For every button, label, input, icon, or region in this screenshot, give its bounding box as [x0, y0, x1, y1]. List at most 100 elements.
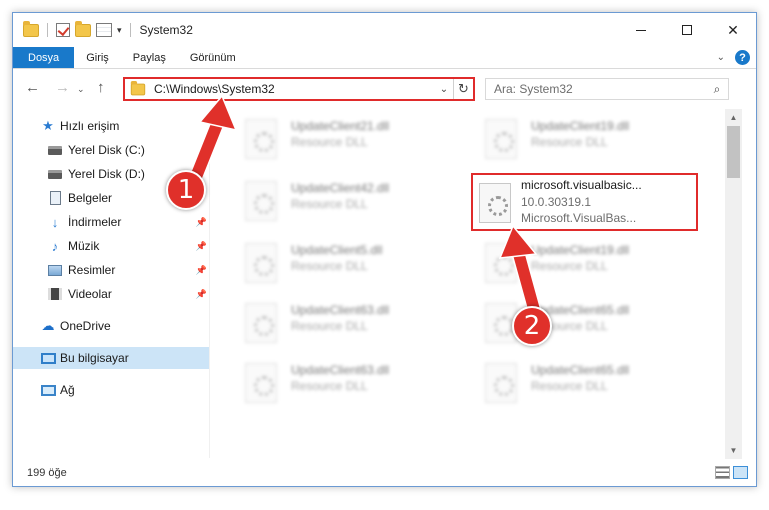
computer-icon — [40, 350, 56, 366]
pin-icon[interactable]: 📌 — [196, 265, 207, 276]
sidebar-item-network[interactable]: Ağ — [13, 379, 209, 401]
status-bar: 199 öğe — [13, 460, 756, 486]
tab-view[interactable]: Görünüm — [178, 47, 248, 68]
tab-share[interactable]: Paylaş — [121, 47, 178, 68]
tab-home[interactable]: Giriş — [74, 47, 121, 68]
pictures-icon — [47, 262, 63, 278]
pin-icon[interactable]: 📌 — [196, 241, 207, 252]
file-tile[interactable]: UpdateClient65.dll Resource DLL — [463, 297, 683, 349]
disk-icon — [47, 166, 63, 182]
file-type: Resource DLL — [531, 319, 608, 333]
file-tile[interactable]: UpdateClient65.dll Resource DLL — [463, 357, 683, 409]
sidebar-item-this-pc[interactable]: Bu bilgisayar — [13, 347, 209, 369]
tab-file[interactable]: Dosya — [13, 47, 75, 68]
sidebar-item-pictures[interactable]: Resimler 📌 — [13, 259, 209, 281]
up-arrow-icon[interactable]: ↑ — [97, 79, 105, 96]
sidebar-item-documents[interactable]: Belgeler — [13, 187, 209, 209]
file-tile[interactable]: UpdateClient63.dll Resource DLL — [223, 297, 443, 349]
pane-divider[interactable] — [209, 113, 210, 458]
sidebar-item-label: Ağ — [60, 383, 75, 397]
navigation-pane: ★ Hızlı erişim Yerel Disk (C:) Yerel Dis… — [13, 113, 209, 458]
sidebar-item-music[interactable]: ♪ Müzik 📌 — [13, 235, 209, 257]
file-tile[interactable]: UpdateClient19.dll Resource DLL — [463, 113, 683, 165]
dll-file-icon — [479, 183, 511, 223]
address-dropdown-chevron-icon[interactable]: ⌄ — [435, 84, 453, 95]
pin-icon[interactable]: 📌 — [196, 289, 207, 300]
file-tile-microsoft-visualbasic[interactable]: microsoft.visualbasic... 10.0.30319.1 Mi… — [471, 173, 698, 231]
file-type: Resource DLL — [291, 319, 368, 333]
file-version: 10.0.30319.1 — [521, 195, 592, 209]
videos-icon — [47, 286, 63, 302]
address-path[interactable]: C:\Windows\System32 — [154, 82, 435, 96]
ribbon-tabs: Dosya Giriş Paylaş Görünüm ⌄ ? — [13, 47, 756, 69]
network-icon — [40, 382, 56, 398]
title-bar: ▾ System32 ✕ — [13, 13, 756, 47]
file-name: UpdateClient19.dll — [531, 119, 630, 133]
file-name: microsoft.visualbasic... — [521, 178, 642, 192]
title-divider — [129, 23, 131, 37]
dll-file-icon — [245, 181, 277, 221]
address-folder-icon — [130, 80, 146, 95]
file-name: UpdateClient5.dll — [291, 243, 383, 257]
vertical-scrollbar[interactable]: ▲ ▼ — [725, 109, 742, 459]
forward-arrow-icon[interactable]: → — [55, 79, 70, 96]
file-name: UpdateClient65.dll — [531, 363, 630, 377]
file-tile[interactable]: UpdateClient42.dll Resource DLL — [223, 175, 443, 227]
search-box[interactable]: ⌕ — [485, 78, 729, 100]
star-icon: ★ — [42, 118, 54, 133]
new-folder-icon[interactable] — [75, 20, 91, 37]
file-description: Microsoft.VisualBas... — [521, 211, 637, 225]
pin-icon[interactable]: 📌 — [196, 217, 207, 228]
back-arrow-icon[interactable]: ← — [25, 79, 40, 96]
sidebar-item-label: İndirmeler — [68, 215, 122, 229]
sidebar-item-label: Yerel Disk (C:) — [68, 143, 145, 157]
item-count: 199 öğe — [27, 467, 67, 479]
expand-ribbon-chevron-icon[interactable]: ⌄ — [717, 52, 725, 63]
file-type: Resource DLL — [291, 135, 368, 149]
large-icons-view-icon[interactable] — [733, 466, 748, 479]
folder-icon — [23, 20, 39, 37]
view-toggle — [715, 466, 748, 479]
file-tile[interactable]: UpdateClient63.dll Resource DLL — [223, 357, 443, 409]
properties-check-icon[interactable] — [56, 23, 70, 37]
scroll-up-icon[interactable]: ▲ — [725, 109, 742, 126]
close-icon: ✕ — [727, 21, 739, 38]
file-name: UpdateClient19.dll — [531, 243, 630, 257]
scroll-thumb[interactable] — [727, 126, 740, 178]
sidebar-item-label: Belgeler — [68, 191, 113, 205]
recent-locations-chevron-icon[interactable]: ⌄ — [77, 84, 85, 95]
sidebar-item-quick-access[interactable]: ★ Hızlı erişim — [13, 115, 209, 137]
dll-file-icon — [485, 119, 517, 159]
scroll-down-icon[interactable]: ▼ — [725, 442, 742, 459]
file-type: Resource DLL — [531, 135, 608, 149]
sidebar-item-onedrive[interactable]: ☁ OneDrive — [13, 315, 209, 337]
window-title: System32 — [139, 23, 193, 37]
maximize-button[interactable] — [664, 13, 710, 47]
file-type: Resource DLL — [531, 259, 608, 273]
sidebar-item-downloads[interactable]: ↓ İndirmeler 📌 — [13, 211, 209, 233]
window-controls: ✕ — [618, 13, 756, 47]
help-icon[interactable]: ? — [735, 50, 750, 65]
file-tile[interactable]: UpdateClient19.dll Resource DLL — [463, 237, 683, 289]
minimize-button[interactable] — [618, 13, 664, 47]
rename-icon[interactable] — [96, 23, 112, 37]
dll-file-icon — [245, 243, 277, 283]
sidebar-item-local-disk-c[interactable]: Yerel Disk (C:) — [13, 139, 209, 161]
file-explorer-window: ▾ System32 ✕ Dosya Giriş Paylaş Görünüm … — [12, 12, 757, 487]
close-button[interactable]: ✕ — [710, 13, 756, 47]
sidebar-item-local-disk-d[interactable]: Yerel Disk (D:) — [13, 163, 209, 185]
refresh-icon[interactable]: ↻ — [453, 79, 473, 99]
file-type: Resource DLL — [531, 379, 608, 393]
address-bar[interactable]: C:\Windows\System32 ⌄ ↻ — [123, 77, 475, 101]
search-icon[interactable]: ⌕ — [706, 82, 728, 97]
details-view-icon[interactable] — [715, 466, 730, 479]
sidebar-item-label: Videolar — [68, 287, 112, 301]
dll-file-icon — [245, 303, 277, 343]
search-input[interactable] — [494, 82, 706, 96]
sidebar-item-label: Resimler — [68, 263, 116, 277]
customize-toolbar-chevron-icon[interactable]: ▾ — [117, 25, 122, 36]
file-tile[interactable]: UpdateClient5.dll Resource DLL — [223, 237, 443, 289]
sidebar-item-videos[interactable]: Videolar 📌 — [13, 283, 209, 305]
sidebar-item-label: Hızlı erişim — [60, 119, 120, 133]
file-tile[interactable]: UpdateClient21.dll Resource DLL — [223, 113, 443, 165]
